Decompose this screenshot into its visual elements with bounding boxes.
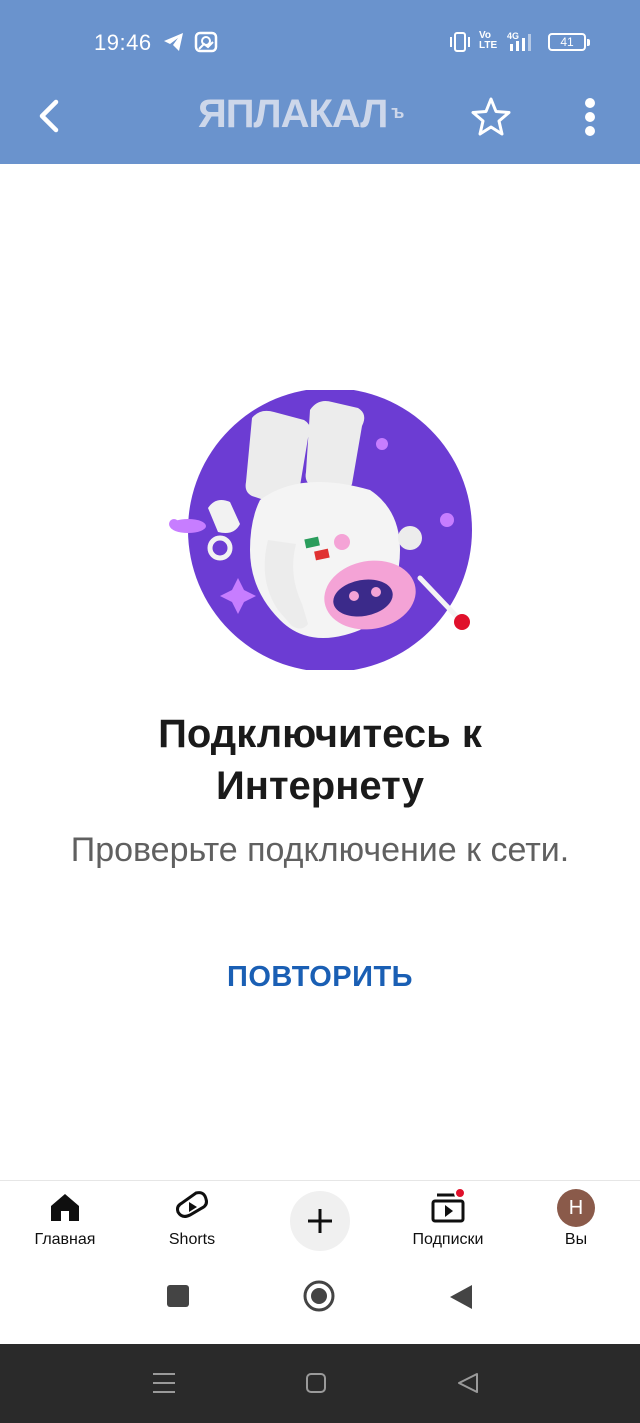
- record-icon[interactable]: [302, 1279, 336, 1318]
- error-title: Подключитесь к Интернету: [158, 712, 482, 808]
- telegram-icon: [162, 30, 186, 59]
- more-menu-button[interactable]: [572, 94, 608, 140]
- status-bar: 19:46 Vo LTE 4G 41: [0, 0, 640, 84]
- gallery-notification-icon: [194, 30, 218, 59]
- favorite-star-button[interactable]: [468, 94, 514, 140]
- home-square-icon[interactable]: [305, 1372, 327, 1399]
- logo-sup: ъ: [391, 102, 404, 122]
- signal-4g-icon: 4G: [504, 30, 542, 59]
- app-header: 19:46 Vo LTE 4G 41 ЯПЛАКАЛ ъ: [0, 0, 640, 164]
- home-icon: [47, 1189, 83, 1230]
- bottom-navigation: Главная Shorts Подписки Н Вы: [0, 1180, 640, 1262]
- back-triangle-icon[interactable]: [448, 1283, 474, 1316]
- nav-item-subscriptions[interactable]: Подписки: [400, 1181, 496, 1263]
- retry-button[interactable]: ПОВТОРИТЬ: [210, 950, 430, 1004]
- nav-label-home: Главная: [34, 1231, 96, 1248]
- system-navigation-bar: [0, 1344, 640, 1423]
- media-control-row: [0, 1262, 640, 1342]
- nav-item-home[interactable]: Главная: [20, 1181, 110, 1263]
- volte-icon: Vo LTE: [479, 30, 498, 51]
- svg-text:4G: 4G: [507, 31, 519, 41]
- create-button[interactable]: [290, 1191, 350, 1251]
- vibrate-icon: [449, 30, 471, 59]
- nav-item-you[interactable]: Н Вы: [540, 1181, 612, 1263]
- nav-label-you: Вы: [564, 1231, 588, 1248]
- back-icon[interactable]: [456, 1372, 480, 1399]
- avatar: Н: [557, 1189, 595, 1227]
- stop-icon[interactable]: [166, 1284, 190, 1313]
- toolbar: ЯПЛАКАЛ ъ: [0, 84, 640, 164]
- youtube-offline-screen: 19:46 Vo LTE 4G 41 ЯПЛАКАЛ ъ Подключитес…: [0, 0, 640, 1423]
- logo-text: ЯПЛАКАЛ: [198, 92, 388, 136]
- nav-label-subscriptions: Подписки: [412, 1231, 484, 1248]
- battery-indicator: 41: [548, 33, 590, 51]
- offline-astronaut-illustration: [160, 388, 480, 672]
- site-logo[interactable]: ЯПЛАКАЛ ъ: [198, 92, 404, 136]
- subscriptions-badge-dot: [454, 1187, 466, 1199]
- nav-item-shorts[interactable]: Shorts: [147, 1181, 237, 1263]
- error-subtitle: Проверьте подключение к сети.: [70, 831, 570, 869]
- shorts-icon: [174, 1189, 210, 1230]
- menu-icon[interactable]: [152, 1372, 176, 1399]
- nav-label-shorts: Shorts: [168, 1231, 216, 1248]
- back-button[interactable]: [30, 96, 70, 136]
- status-time: 19:46: [94, 30, 152, 55]
